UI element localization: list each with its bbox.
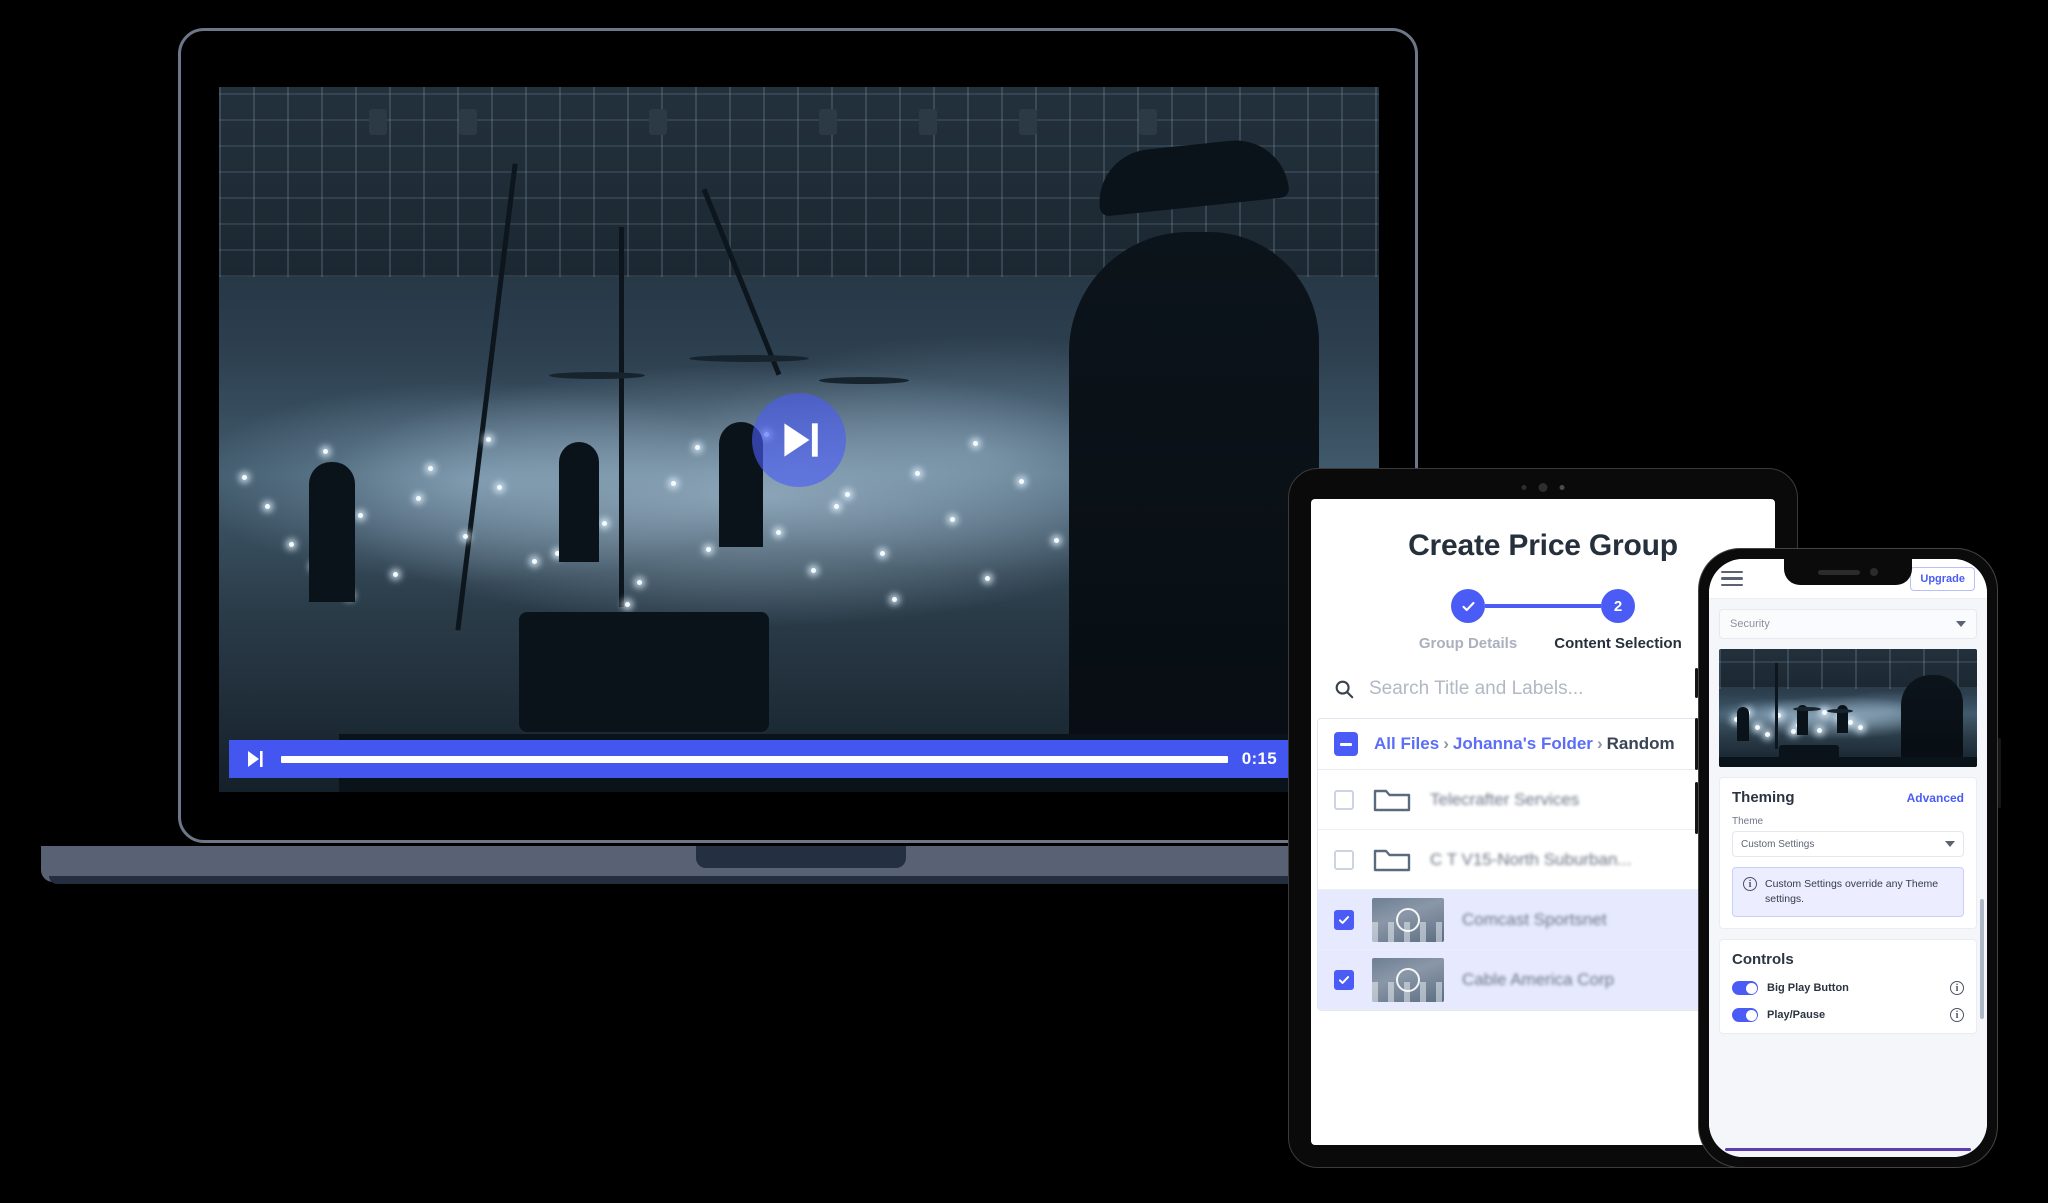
row-name: C T V15-North Suburban... bbox=[1430, 849, 1632, 869]
row-name: Cable America Corp bbox=[1462, 969, 1615, 989]
row-name: Comcast Sportsnet bbox=[1462, 909, 1607, 929]
theme-select-value: Custom Settings bbox=[1741, 838, 1815, 850]
phone-frame: Upgrade Security Theming Advanced Theme … bbox=[1698, 548, 1998, 1168]
controls-title: Controls bbox=[1732, 951, 1794, 969]
theme-info-banner: i Custom Settings override any Theme set… bbox=[1732, 867, 1964, 918]
section-select[interactable]: Security bbox=[1719, 609, 1977, 639]
theming-title: Theming bbox=[1732, 789, 1795, 806]
play-button[interactable] bbox=[241, 746, 267, 772]
chevron-down-icon bbox=[1945, 841, 1955, 847]
row-checkbox[interactable] bbox=[1334, 909, 1354, 930]
theme-select[interactable]: Custom Settings bbox=[1732, 831, 1964, 857]
phone-notch bbox=[1784, 559, 1912, 585]
control-label: Play/Pause bbox=[1767, 1009, 1826, 1022]
skip-next-icon bbox=[784, 422, 818, 457]
minus-icon bbox=[1340, 742, 1352, 746]
check-icon bbox=[1338, 915, 1350, 924]
performer-silhouette bbox=[1069, 232, 1319, 792]
search-icon bbox=[1335, 680, 1354, 699]
front-camera bbox=[1870, 568, 1878, 576]
row-checkbox[interactable] bbox=[1334, 789, 1354, 810]
search-placeholder: Search Title and Labels... bbox=[1369, 678, 1584, 699]
info-icon[interactable]: i bbox=[1950, 1008, 1964, 1023]
upgrade-button[interactable]: Upgrade bbox=[1910, 566, 1975, 591]
home-indicator bbox=[1725, 1148, 1971, 1151]
concert-photo bbox=[219, 87, 1379, 792]
row-name: Telecrafter Services bbox=[1430, 789, 1580, 809]
theming-card: Theming Advanced Theme Custom Settings i… bbox=[1719, 777, 1977, 930]
theme-info-text: Custom Settings override any Theme setti… bbox=[1765, 878, 1939, 906]
video-controls-bar[interactable]: 0:15 bbox=[229, 740, 1369, 778]
folder-icon bbox=[1373, 789, 1411, 811]
control-big-play-button[interactable]: Big Play Button i bbox=[1732, 981, 1964, 996]
control-play-pause[interactable]: Play/Pause i bbox=[1732, 1008, 1964, 1023]
theming-header: Theming Advanced bbox=[1732, 789, 1964, 806]
breadcrumb-folder[interactable]: Johanna's Folder bbox=[1453, 734, 1593, 753]
screenshot-stage: 0:15 Create Price Group 2 Group Details … bbox=[0, 0, 2048, 1203]
step-1-label: Group Details bbox=[1418, 635, 1518, 652]
breadcrumb-text: All Files › Johanna's Folder › Random bbox=[1374, 734, 1675, 754]
laptop-device: 0:15 bbox=[41, 28, 1561, 884]
toggle-switch[interactable] bbox=[1732, 981, 1758, 996]
phone-power-button bbox=[1998, 738, 2001, 808]
breadcrumb-sep-2: › bbox=[1596, 734, 1603, 753]
laptop-trackpad-notch bbox=[696, 846, 906, 868]
collapse-toggle[interactable] bbox=[1334, 732, 1358, 756]
info-icon: i bbox=[1743, 877, 1757, 891]
time-display: 0:15 bbox=[1241, 749, 1277, 768]
skip-next-icon bbox=[248, 751, 263, 767]
phone-device: Upgrade Security Theming Advanced Theme … bbox=[1695, 548, 2001, 1168]
step-2-label: Content Selection bbox=[1554, 635, 1682, 652]
video-thumbnail[interactable] bbox=[1372, 957, 1444, 1002]
theme-label: Theme bbox=[1732, 816, 1764, 827]
chevron-down-icon bbox=[1956, 621, 1966, 627]
step-1-circle[interactable] bbox=[1451, 589, 1485, 623]
row-checkbox[interactable] bbox=[1334, 969, 1354, 990]
step-2-circle[interactable]: 2 bbox=[1601, 589, 1635, 623]
phone-content: Security Theming Advanced Theme Custom S… bbox=[1709, 599, 1987, 1157]
section-select-value: Security bbox=[1730, 618, 1770, 630]
phone-screen: Upgrade Security Theming Advanced Theme … bbox=[1709, 559, 1987, 1157]
scrollbar[interactable] bbox=[1980, 899, 1984, 1019]
tablet-camera-dots bbox=[1521, 483, 1565, 492]
info-icon[interactable]: i bbox=[1950, 981, 1964, 996]
check-icon bbox=[1461, 601, 1475, 611]
stepper-connector bbox=[1485, 604, 1601, 608]
laptop-lid: 0:15 bbox=[41, 28, 1561, 884]
progress-bar[interactable] bbox=[281, 755, 1228, 763]
folder-icon bbox=[1373, 849, 1411, 871]
video-thumbnail[interactable] bbox=[1372, 897, 1444, 942]
control-label: Big Play Button bbox=[1767, 982, 1849, 995]
big-play-button[interactable] bbox=[752, 392, 846, 487]
check-icon bbox=[1338, 975, 1350, 984]
hamburger-icon[interactable] bbox=[1721, 567, 1743, 591]
controls-card: Controls Big Play Button i Play/Pause i bbox=[1719, 939, 1977, 1035]
breadcrumb-root[interactable]: All Files bbox=[1374, 734, 1439, 753]
breadcrumb-sep: › bbox=[1443, 734, 1449, 753]
laptop-screen: 0:15 bbox=[219, 87, 1379, 792]
breadcrumb-current: Random bbox=[1606, 734, 1675, 753]
advanced-link[interactable]: Advanced bbox=[1907, 791, 1964, 805]
video-preview[interactable] bbox=[1719, 649, 1977, 767]
toggle-switch[interactable] bbox=[1732, 1008, 1758, 1023]
speaker-grille bbox=[1818, 569, 1860, 575]
row-checkbox[interactable] bbox=[1334, 849, 1354, 870]
